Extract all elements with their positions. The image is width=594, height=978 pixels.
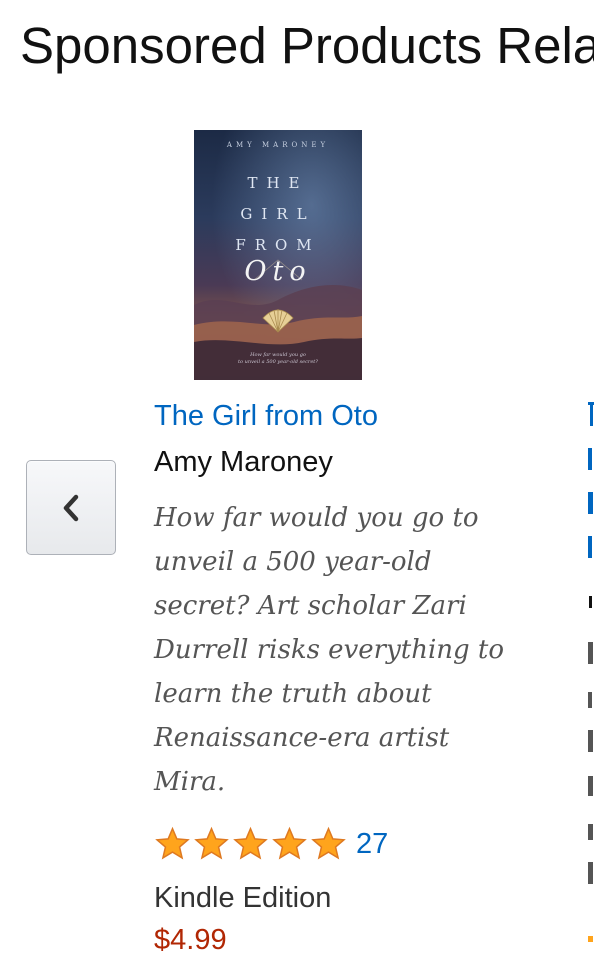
next-card-line-fragment — [588, 766, 594, 811]
next-card-title-fragment — [588, 396, 594, 432]
product-rating[interactable]: 27 — [154, 826, 388, 862]
product-price: $4.99 — [154, 924, 227, 956]
next-card-line-fragment — [588, 586, 594, 631]
next-product-card-clipped[interactable] — [588, 396, 594, 956]
next-card-line-fragment — [588, 528, 594, 573]
product-description: How far would you go to unveil a 500 yea… — [154, 503, 505, 797]
star-rating — [154, 826, 347, 862]
star-icon — [233, 826, 268, 860]
cover-title-text: THE GIRL FROM — [235, 174, 321, 254]
product-title-link[interactable]: The Girl from Oto — [154, 398, 378, 434]
next-card-line-fragment — [588, 634, 594, 679]
star-icon — [272, 826, 307, 860]
cover-author-text: AMY MARONEY — [226, 141, 330, 149]
section-title: Sponsored Products Rela — [20, 17, 594, 74]
chevron-left-icon — [63, 494, 79, 521]
next-card-line-fragment — [588, 440, 594, 485]
next-card-line-fragment — [588, 722, 594, 767]
product-author: Amy Maroney — [154, 446, 333, 478]
book-cover-image[interactable]: AMY MARONEY THE GIRL FROM Oto How far wo… — [194, 130, 362, 380]
cover-tagline-text: How far would you go to unveil a 500 yea… — [238, 352, 318, 365]
carousel-prev-button[interactable] — [26, 460, 116, 555]
sponsored-products-page: Sponsored Products Rela AMY MARONEY THE … — [0, 0, 594, 978]
next-card-line-fragment — [588, 484, 594, 529]
next-card-line-fragment — [588, 810, 594, 855]
product-format: Kindle Edition — [154, 882, 332, 914]
star-icon — [311, 826, 346, 860]
star-icon — [194, 826, 229, 860]
next-card-line-fragment — [588, 678, 594, 723]
next-card-line-fragment — [588, 854, 594, 899]
star-icon — [155, 826, 190, 860]
cover-title-script-text: Oto — [244, 256, 312, 287]
next-card-star-fragment — [588, 920, 594, 965]
shell-emblem-icon — [262, 309, 294, 333]
review-count-link[interactable]: 27 — [356, 828, 388, 861]
